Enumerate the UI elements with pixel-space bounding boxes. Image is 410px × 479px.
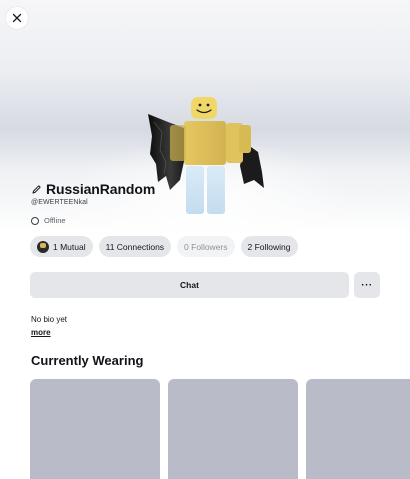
social-stats: 1 Mutual 11 Connections 0 Followers 2 Fo… (30, 236, 298, 257)
mutual-label: 1 Mutual (53, 241, 86, 252)
close-button[interactable] (6, 7, 28, 29)
followers-label: 0 Followers (184, 241, 228, 252)
chat-button[interactable]: Chat (30, 272, 349, 298)
presence-status: Offline (31, 216, 66, 225)
wearing-item-card[interactable] (168, 379, 298, 479)
bio-text: No bio yet (31, 315, 68, 324)
connections-label: 11 Connections (105, 241, 165, 252)
avatar-3d (148, 97, 264, 214)
following-label: 2 Following (247, 241, 291, 252)
bio-more-link[interactable]: more (31, 328, 51, 337)
currently-wearing-list (30, 379, 410, 479)
more-options-button[interactable]: ··· (354, 272, 380, 298)
connections-chip[interactable]: 11 Connections (98, 236, 172, 257)
pencil-icon[interactable] (31, 184, 42, 195)
display-name: RussianRandom (46, 181, 156, 197)
close-icon (12, 13, 22, 23)
mutual-avatar-icon (37, 240, 49, 253)
status-ring-icon (31, 216, 39, 225)
mutual-chip[interactable]: 1 Mutual (30, 236, 93, 257)
status-text: Offline (44, 216, 66, 225)
username: @EWERTEENkal (31, 199, 88, 206)
wearing-item-card[interactable] (306, 379, 410, 479)
wearing-item-card[interactable] (30, 379, 160, 479)
more-options-icon: ··· (361, 279, 373, 291)
following-chip[interactable]: 2 Following (240, 236, 298, 257)
followers-chip[interactable]: 0 Followers (177, 236, 235, 257)
display-name-row: RussianRandom (31, 181, 155, 197)
currently-wearing-heading: Currently Wearing (31, 353, 144, 368)
chat-button-label: Chat (180, 280, 199, 290)
profile-page: RussianRandom @EWERTEENkal Offline 1 Mut… (0, 0, 410, 479)
